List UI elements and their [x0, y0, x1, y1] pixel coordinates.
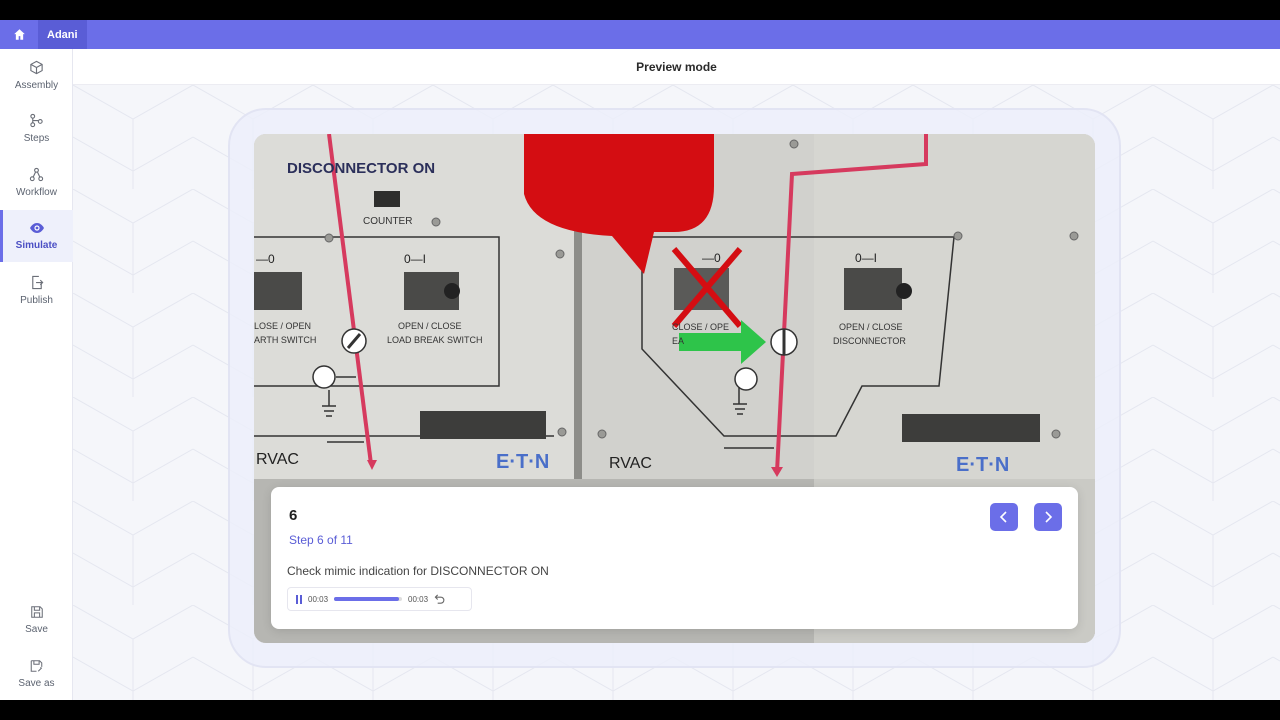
sidebar-item-label: Simulate — [15, 240, 58, 251]
chevron-right-icon — [1045, 511, 1053, 523]
simulation-viewport[interactable]: DISCONNECTOR ON COUNTER —0 0—I LOSE / OP… — [254, 134, 1095, 643]
save-button[interactable]: Save — [0, 594, 73, 646]
counter-label: COUNTER — [363, 216, 412, 227]
left-logo: E·T·N — [496, 451, 549, 473]
right-logo: E·T·N — [956, 454, 1009, 476]
audio-player: 00:03 00:03 — [287, 587, 472, 611]
app-frame: Adani Assembly Steps Workflow Simulate P… — [0, 0, 1280, 720]
load-label-1: OPEN / CLOSE — [398, 321, 462, 331]
eye-icon — [29, 223, 44, 233]
right-switch-symbol: 0—I — [855, 251, 877, 265]
step-progress: Step 6 of 11 — [289, 533, 353, 547]
pause-icon — [296, 594, 302, 604]
next-step-button[interactable] — [1034, 503, 1062, 531]
crossed-symbol: —0 — [702, 251, 721, 265]
sidebar-item-label: Workflow — [16, 186, 57, 198]
save-label: Save — [25, 624, 48, 635]
pause-button[interactable] — [295, 594, 303, 604]
page-title: Preview mode — [73, 49, 1280, 85]
left-brand: RVAC — [256, 451, 299, 468]
project-tab[interactable]: Adani — [38, 20, 87, 49]
left-symbol: —0 — [256, 252, 275, 266]
step-description: Check mimic indication for DISCONNECTOR … — [287, 564, 549, 578]
sidebar-item-workflow[interactable]: Workflow — [0, 156, 73, 208]
sidebar-item-assembly[interactable]: Assembly — [0, 49, 73, 101]
earth-label-2: ARTH SWITCH — [254, 335, 316, 345]
earth-label-1: LOSE / OPEN — [254, 321, 311, 331]
sidebar-item-label: Publish — [20, 294, 53, 306]
cube-icon — [30, 60, 43, 74]
save-as-label: Save as — [18, 678, 55, 689]
save-icon — [30, 606, 43, 618]
chevron-left-icon — [999, 511, 1007, 523]
playback-progress-fill — [334, 597, 399, 601]
disconnector-label-1: OPEN / CLOSE — [839, 322, 903, 332]
home-icon — [13, 29, 25, 40]
step-card: 6 Step 6 of 11 Check mimic indication fo… — [271, 487, 1078, 629]
steps-icon — [30, 113, 43, 127]
workflow-icon — [29, 167, 44, 181]
load-label-2: LOAD BREAK SWITCH — [387, 335, 483, 345]
duration-time: 00:03 — [408, 594, 429, 604]
replay-icon — [434, 594, 445, 604]
replay-button[interactable] — [434, 594, 445, 604]
save-as-button[interactable]: Save as — [0, 648, 73, 700]
scene-heading: DISCONNECTOR ON — [287, 160, 435, 177]
sidebar-item-steps[interactable]: Steps — [0, 102, 73, 154]
save-as-icon — [30, 660, 43, 672]
device-frame: DISCONNECTOR ON COUNTER —0 0—I LOSE / OP… — [228, 108, 1121, 668]
playback-progress-bar[interactable] — [334, 597, 403, 601]
sidebar-item-simulate[interactable]: Simulate — [0, 210, 73, 262]
sidebar-item-label: Assembly — [14, 79, 59, 91]
left-switch-symbol: 0—I — [404, 252, 426, 266]
publish-icon — [31, 275, 43, 289]
main-area: Preview mode DISCONNECTOR ON COUNTER —0 … — [73, 49, 1280, 700]
sidebar: Assembly Steps Workflow Simulate Publish… — [0, 49, 73, 700]
step-number: 6 — [289, 507, 298, 524]
partial-label-2: EA — [672, 336, 684, 346]
sidebar-item-publish[interactable]: Publish — [0, 264, 73, 316]
partial-label: CLOSE / OPE — [672, 322, 729, 332]
sidebar-item-label: Steps — [23, 132, 50, 144]
previous-step-button[interactable] — [990, 503, 1018, 531]
top-bar: Adani — [0, 20, 1280, 49]
right-brand: RVAC — [609, 455, 652, 472]
disconnector-label-2: DISCONNECTOR — [833, 336, 906, 346]
home-button[interactable] — [0, 20, 38, 49]
elapsed-time: 00:03 — [308, 594, 329, 604]
